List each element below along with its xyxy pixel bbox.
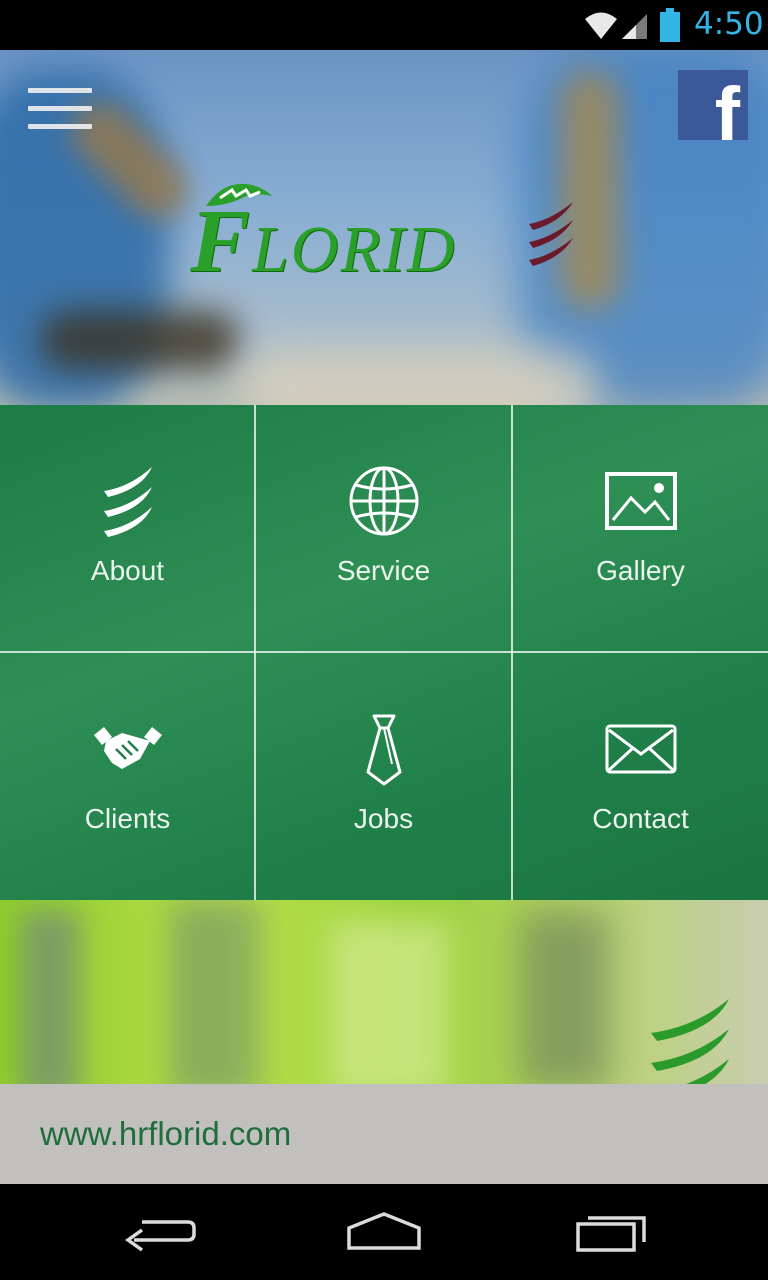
tile-jobs-label: Jobs <box>353 803 414 834</box>
back-icon[interactable] <box>118 1208 208 1258</box>
tile-jobs[interactable]: Jobs <box>256 653 511 900</box>
wifi-icon <box>585 12 617 39</box>
globe-icon <box>349 466 418 536</box>
tile-clients-label: Clients <box>84 803 171 834</box>
menu-grid: About Service Gallery Clients Jobs Conta… <box>0 405 768 900</box>
system-nav-bar <box>0 1184 768 1280</box>
tile-gallery-label: Gallery <box>596 555 685 586</box>
cell-signal-icon <box>622 14 647 39</box>
logo-wave-icon <box>529 202 573 266</box>
battery-icon <box>660 8 680 42</box>
tile-clients[interactable]: Clients <box>0 653 255 900</box>
handshake-icon <box>93 727 162 769</box>
tile-gallery[interactable]: Gallery <box>513 405 768 652</box>
clock: 4:50 <box>694 6 764 42</box>
website-footer: www.hrflorid.com <box>0 1084 768 1184</box>
tile-contact[interactable]: Contact <box>513 653 768 900</box>
tile-about-label: About <box>90 555 165 586</box>
facebook-icon[interactable]: f <box>678 70 748 140</box>
image-icon <box>604 472 677 530</box>
tile-about[interactable]: About <box>0 405 255 652</box>
status-bar: 4:50 <box>0 0 768 50</box>
recent-apps-icon[interactable] <box>566 1208 656 1258</box>
necktie-icon <box>366 714 401 786</box>
tile-service[interactable]: Service <box>256 405 511 652</box>
tile-contact-label: Contact <box>592 803 689 834</box>
florid-wave-icon <box>103 467 152 537</box>
website-link[interactable]: www.hrflorid.com <box>40 1115 291 1153</box>
home-icon[interactable] <box>339 1208 429 1258</box>
tile-service-label: Service <box>336 555 431 586</box>
hamburger-menu-icon[interactable] <box>28 88 92 132</box>
florid-logo: FLORID <box>190 172 580 291</box>
logo-text: FLORID <box>190 192 457 291</box>
envelope-icon <box>605 724 676 774</box>
